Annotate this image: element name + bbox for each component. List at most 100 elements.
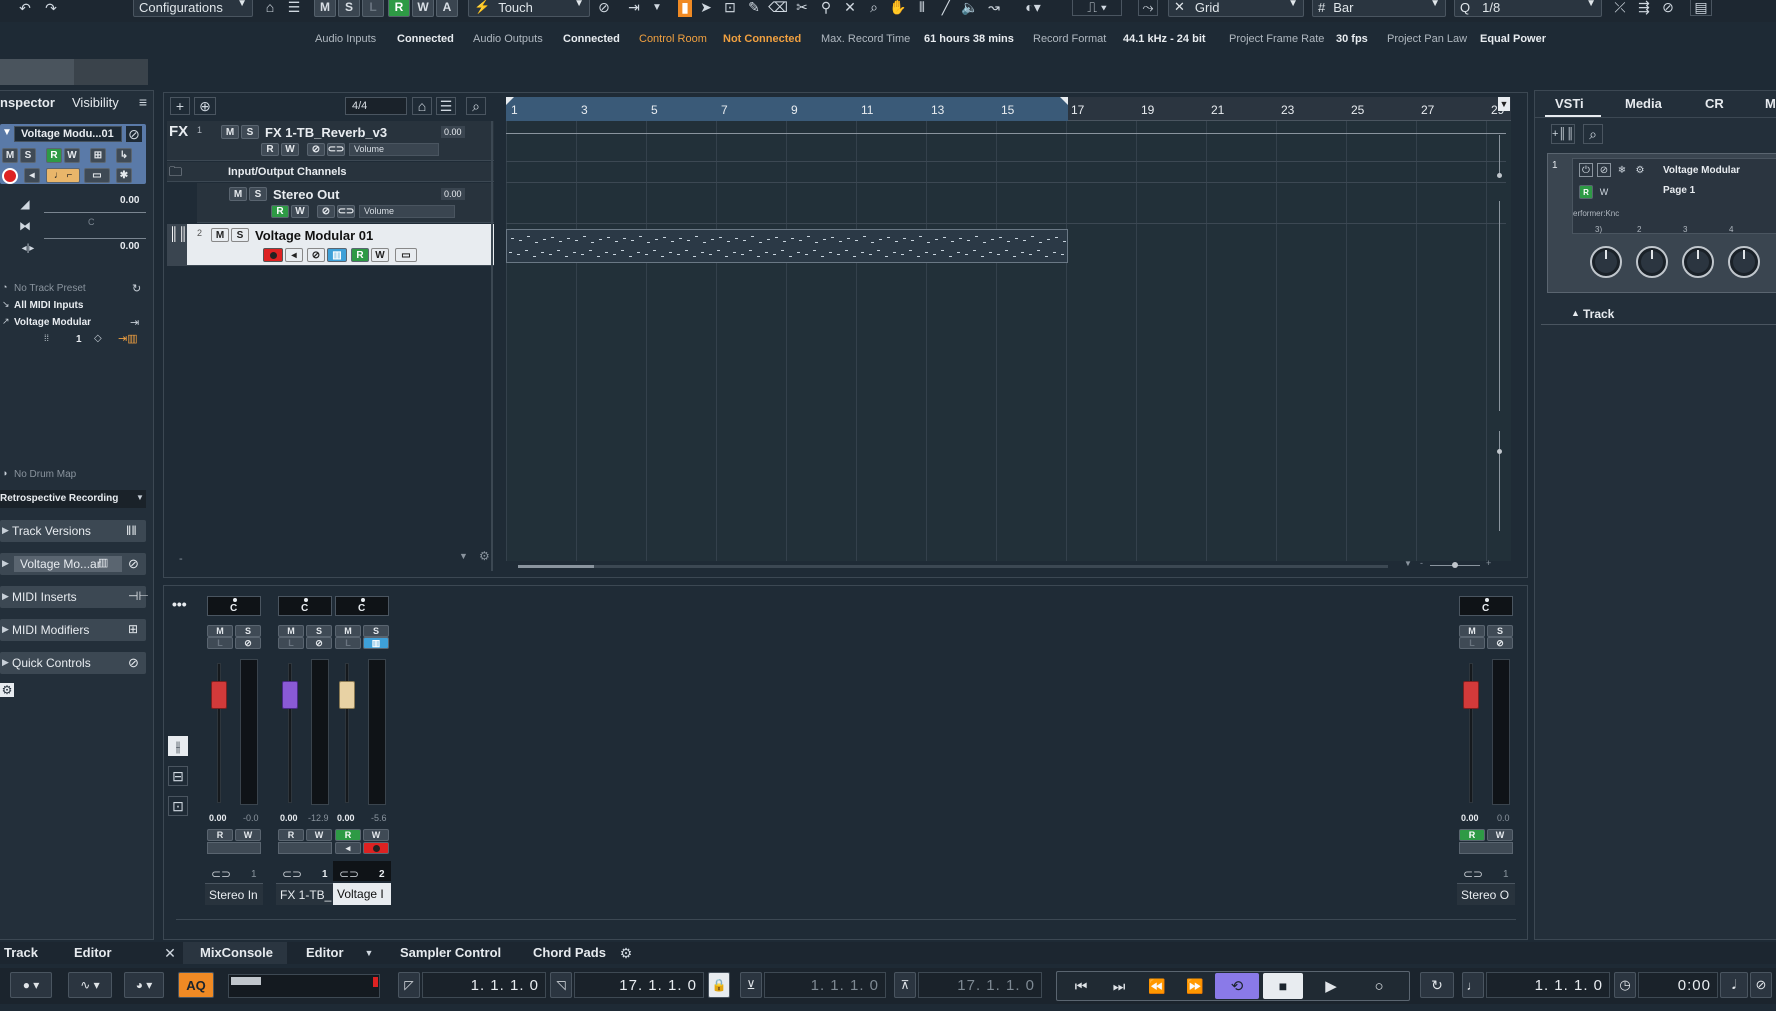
record-format-value[interactable]: 44.1 kHz - 24 bit <box>1123 33 1206 45</box>
link-icon[interactable]: ⊂⊃ <box>282 867 302 881</box>
solo-button[interactable]: S <box>249 187 267 201</box>
autoscroll-icon[interactable]: ▮ <box>678 0 692 17</box>
metronome-icon[interactable]: 𝅘𝅥 <box>1720 972 1748 998</box>
audio-outputs-value[interactable]: Connected <box>563 33 620 45</box>
quantize-apply-icon[interactable]: ⇶ <box>1634 0 1654 16</box>
gear-icon[interactable]: ⚙ <box>479 549 490 563</box>
edit-button[interactable]: ⊘ <box>307 143 325 156</box>
gear-icon[interactable]: ⚙ <box>0 683 14 697</box>
listen-button[interactable]: L <box>335 637 361 649</box>
search-icon[interactable]: ⌕ <box>466 97 486 115</box>
listen-button[interactable]: L <box>1459 637 1485 649</box>
chevron-down-icon[interactable]: ▼ <box>459 551 468 561</box>
keyboard-button[interactable]: ▥ <box>363 637 389 649</box>
event-display[interactable] <box>506 121 1511 561</box>
wave-mode-button[interactable]: ∿ ▾ <box>68 972 112 998</box>
read-button[interactable]: R <box>46 148 62 163</box>
add-track-icon[interactable]: + <box>170 97 190 115</box>
follow-icon[interactable]: ↻ <box>1420 972 1454 998</box>
chevron-down-icon[interactable]: ▼ <box>362 946 376 960</box>
add-folder-icon[interactable]: ⊕ <box>194 97 216 115</box>
volume-fader[interactable] <box>339 681 355 709</box>
fast-forward-icon[interactable]: ⏩ <box>1177 973 1213 999</box>
write-button[interactable]: W <box>1487 829 1513 841</box>
go-to-start-icon[interactable]: ⏮ <box>1063 973 1099 999</box>
link-icon[interactable]: ⊂⊃ <box>211 867 231 881</box>
track-volume[interactable]: 0.00 <box>441 126 465 138</box>
stop-icon[interactable]: ■ <box>1263 973 1303 999</box>
read-all-button[interactable]: R <box>388 0 410 17</box>
volume-value[interactable]: 0.00 <box>1461 813 1479 823</box>
timebase-button[interactable]: ♩ ⌐ <box>46 168 80 183</box>
tab-visibility[interactable]: Visibility <box>72 95 119 110</box>
track-list-minus[interactable]: - <box>179 553 183 565</box>
configurations-dropdown[interactable]: Configurations ▼ <box>133 0 253 17</box>
monitor-button[interactable]: ◂ <box>24 168 40 183</box>
solo-button[interactable]: S <box>363 625 389 637</box>
grid-icon[interactable]: ⊞ <box>90 148 106 163</box>
volume-value[interactable]: 0.00 <box>209 813 227 823</box>
volume-fader[interactable] <box>211 681 227 709</box>
color-tool-icon[interactable]: ◐▾ <box>1020 0 1046 16</box>
stereo-out-track[interactable]: M S Stereo Out 0.00 R W ⊘ ⊂⊃ Volume <box>197 183 494 223</box>
mute-button[interactable]: M <box>221 125 239 139</box>
tab-vsti[interactable]: VSTi <box>1555 96 1584 111</box>
pointer-tool-icon[interactable]: ➤ <box>696 0 716 16</box>
track-section-header[interactable]: ▲ Track <box>1541 305 1776 325</box>
fx-track[interactable]: FX 1 M S FX 1-TB_Reverb_v3 0.00 R W ⊘ ⊂⊃… <box>167 121 494 161</box>
section-midi-inserts[interactable]: ▶ MIDI Inserts ⊣⊢ <box>0 586 149 608</box>
horizontal-scrollbar[interactable] <box>518 565 1388 568</box>
listen-button[interactable]: L <box>207 637 233 649</box>
channel-name-box[interactable]: Voltage I <box>333 883 391 905</box>
solo-button[interactable]: S <box>241 125 259 139</box>
mute-all-button[interactable]: M <box>314 0 336 17</box>
pan-law-value[interactable]: Equal Power <box>1480 33 1546 45</box>
edit-button[interactable]: ⊘ <box>307 248 325 262</box>
warp-tool-icon[interactable]: ↝ <box>984 0 1004 16</box>
mute-button[interactable]: M <box>229 187 247 201</box>
tab-cr[interactable]: CR <box>1705 96 1724 111</box>
link-icon[interactable]: ⊂⊃ <box>339 867 359 881</box>
chevron-down-icon[interactable]: ▼ <box>650 0 664 16</box>
midi-input-row[interactable]: ↘ All MIDI Inputs <box>0 298 146 314</box>
record-enable-button[interactable] <box>263 248 283 262</box>
cycle-icon[interactable]: ⟲ <box>1215 973 1259 999</box>
read-button[interactable]: R <box>261 143 279 156</box>
edit-instrument-icon[interactable]: ⊘ <box>126 126 142 142</box>
list-icon[interactable]: ☰ <box>436 97 456 115</box>
rewind-icon[interactable]: ⏪ <box>1139 973 1175 999</box>
search-icon[interactable]: ⌕ <box>1583 124 1603 144</box>
home-icon[interactable]: ⌂ <box>412 97 432 115</box>
draw-tool-icon[interactable]: ✎ <box>744 0 764 16</box>
mute-button[interactable]: M <box>211 228 229 242</box>
edit-instrument-icon[interactable]: ⊘ <box>1597 163 1611 177</box>
quick-control-knob[interactable] <box>1636 246 1668 278</box>
quantize-dropdown[interactable]: Q 1/8 ▼ <box>1454 0 1602 17</box>
solo-all-button[interactable]: S <box>338 0 360 17</box>
left-locator-field[interactable]: 1. 1. 1. 0 <box>422 972 546 998</box>
pan-display[interactable]: C <box>335 596 389 616</box>
redo-icon[interactable]: ↷ <box>40 0 62 16</box>
pan-display[interactable]: C <box>278 596 332 616</box>
settings-icon[interactable]: ⚙ <box>1633 163 1647 177</box>
tempo-icon[interactable]: ♩ <box>1462 972 1484 998</box>
mute-button[interactable]: M <box>335 625 361 637</box>
pan-slider[interactable] <box>44 215 146 239</box>
write-button[interactable]: W <box>371 248 389 262</box>
record-enable-button[interactable] <box>363 842 389 854</box>
write-icon[interactable]: W <box>1597 185 1611 199</box>
close-icon[interactable]: ✕ <box>162 945 178 961</box>
read-button[interactable]: R <box>207 829 233 841</box>
retrospective-recording-row[interactable]: Retrospective Recording ▼ <box>0 490 146 508</box>
tab-media[interactable]: Media <box>1625 96 1662 111</box>
pan-display[interactable]: C <box>1459 596 1513 616</box>
volume-value[interactable]: 0.00 <box>337 813 355 823</box>
midi-channel-row[interactable]: ⁞⁞ 1 ◇ ⇥▥ <box>0 332 146 348</box>
channel-view-icon[interactable]: ⊟ <box>168 766 188 786</box>
grid-unit-dropdown[interactable]: # Bar ▼ <box>1312 0 1446 17</box>
write-button[interactable]: W <box>363 829 389 841</box>
audio-inputs-value[interactable]: Connected <box>397 33 454 45</box>
mute-button[interactable]: M <box>207 625 233 637</box>
solo-button[interactable]: S <box>231 228 249 242</box>
gear-icon[interactable]: ⚙ <box>618 945 634 961</box>
